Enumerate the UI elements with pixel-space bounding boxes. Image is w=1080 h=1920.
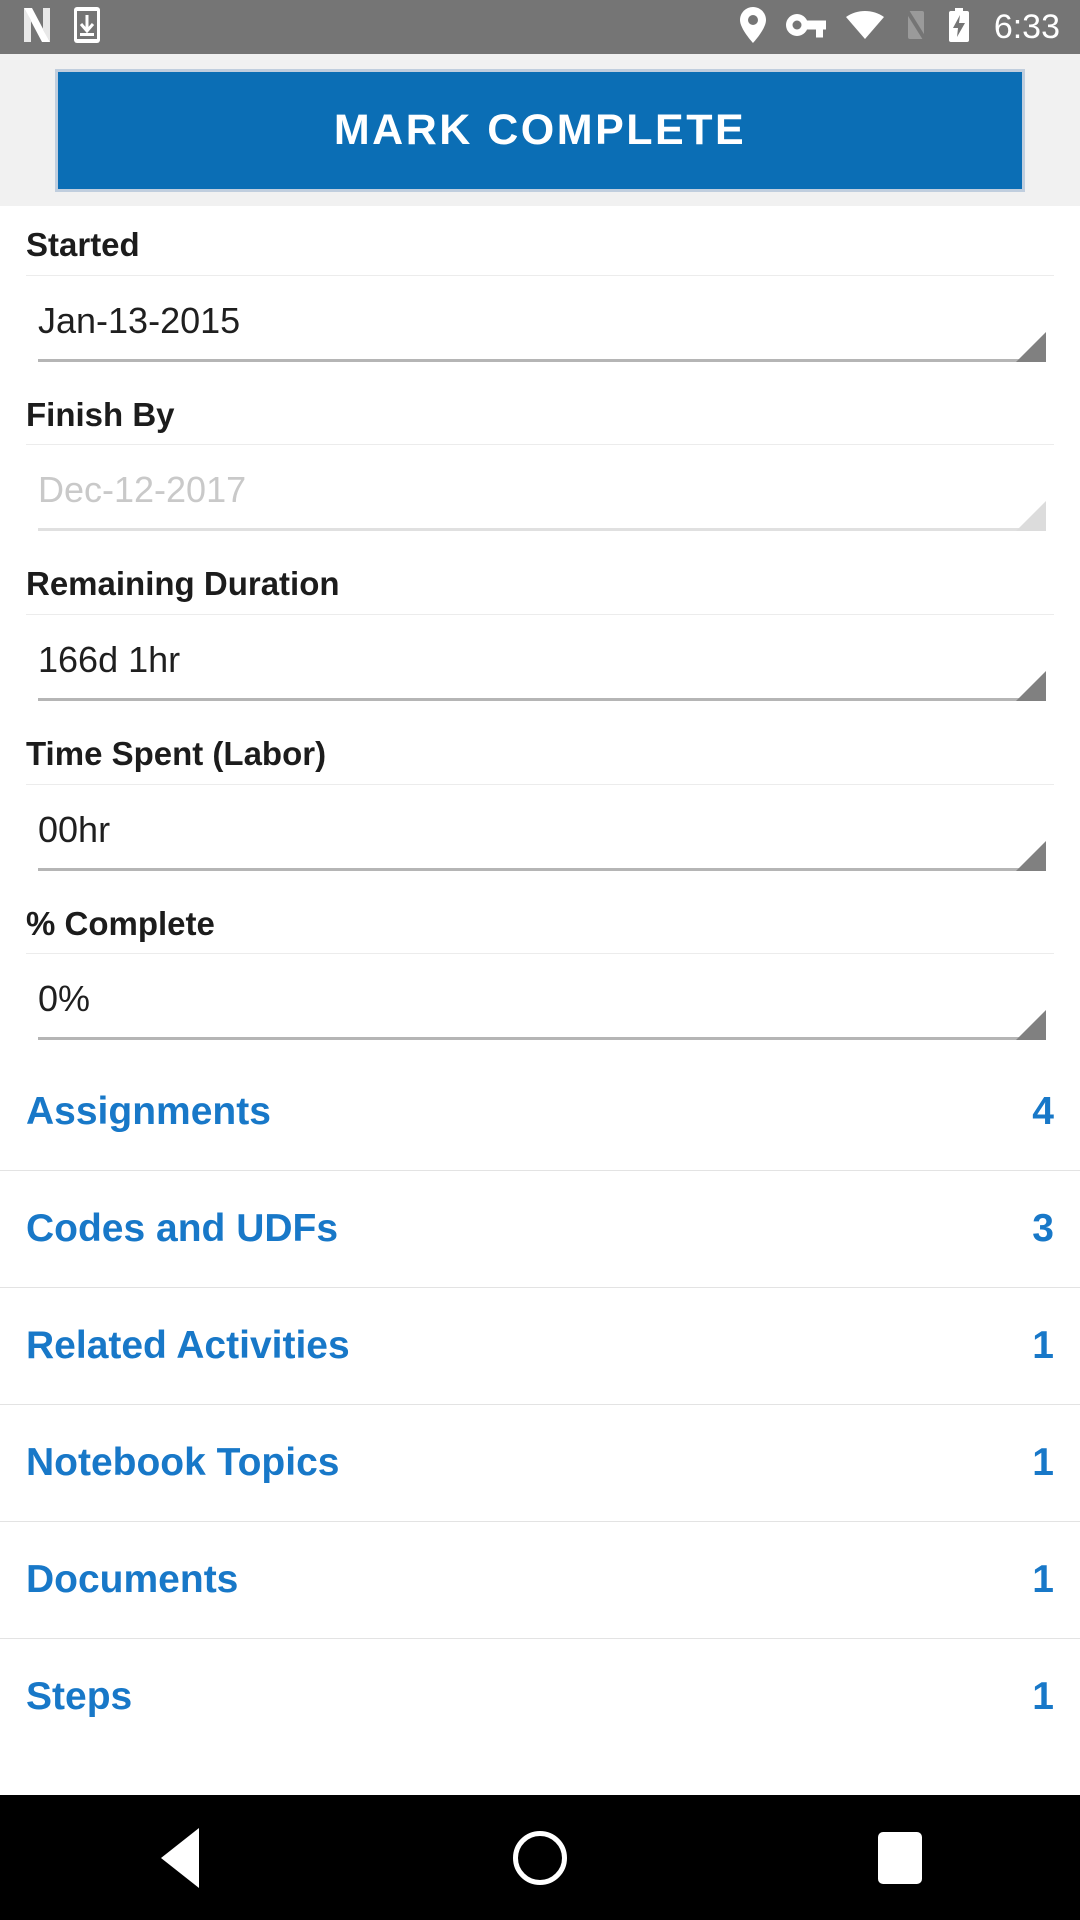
field-finish-by: Finish By Dec-12-2017 (0, 376, 1080, 546)
status-bar-right-icons: 6:33 (739, 6, 1080, 48)
download-icon (74, 6, 100, 48)
wifi-icon (845, 10, 884, 44)
field-value-started: Jan-13-2015 (38, 299, 241, 341)
field-percent-complete: % Complete 0% (0, 885, 1080, 1055)
field-dropdown-handle-icon[interactable] (1016, 840, 1046, 871)
nav-home-button[interactable] (480, 1795, 600, 1920)
field-dropdown-handle-icon[interactable] (1016, 670, 1046, 701)
section-row-count: 1 (1032, 1558, 1054, 1601)
field-underline (38, 1037, 1044, 1041)
field-label-started: Started (26, 226, 140, 263)
action-bar: MARK COMPLETE (0, 54, 1080, 206)
field-input-started[interactable]: Jan-13-2015 (0, 276, 1080, 376)
field-value-time-spent-labor: 00hr (38, 808, 111, 850)
status-bar-left-icons (0, 6, 100, 48)
vpn-key-icon (785, 12, 826, 43)
field-label-remaining-duration: Remaining Duration (26, 565, 340, 603)
section-row-steps[interactable]: Steps 1 (0, 1639, 1080, 1755)
field-underline (38, 697, 1044, 701)
field-input-finish-by: Dec-12-2017 (0, 445, 1080, 545)
nav-back-button[interactable] (120, 1795, 240, 1920)
mark-complete-label: MARK COMPLETE (333, 106, 747, 154)
nav-recents-button[interactable] (840, 1795, 960, 1920)
field-time-spent-labor: Time Spent (Labor) 00hr (0, 715, 1080, 885)
field-underline (38, 528, 1044, 532)
field-dropdown-handle-icon[interactable] (1016, 1010, 1046, 1041)
field-input-percent-complete[interactable]: 0% (0, 954, 1080, 1054)
field-input-time-spent-labor[interactable]: 00hr (0, 785, 1080, 885)
field-dropdown-handle-icon (1016, 501, 1046, 532)
field-remaining-duration: Remaining Duration 166d 1hr (0, 545, 1080, 715)
home-circle-icon (513, 1830, 567, 1885)
section-row-documents[interactable]: Documents 1 (0, 1522, 1080, 1638)
section-row-label: Codes and UDFs (26, 1207, 339, 1250)
battery-charging-icon (948, 7, 970, 47)
recents-square-icon (878, 1831, 922, 1884)
section-row-count: 1 (1032, 1675, 1054, 1718)
status-bar-clock: 6:33 (993, 8, 1060, 46)
location-pin-icon (739, 6, 766, 48)
section-row-count: 4 (1032, 1090, 1054, 1133)
section-row-label: Steps (26, 1675, 133, 1718)
section-row-count: 1 (1032, 1324, 1054, 1367)
field-value-percent-complete: 0% (38, 978, 91, 1020)
netflix-n-icon (22, 7, 52, 47)
field-dropdown-handle-icon[interactable] (1016, 331, 1046, 362)
section-row-label: Notebook Topics (26, 1441, 340, 1484)
field-label-percent-complete: % Complete (26, 904, 215, 942)
android-navigation-bar (0, 1795, 1080, 1920)
field-underline (38, 358, 1044, 362)
field-started: Started Jan-13-2015 (0, 206, 1080, 376)
section-row-notebook-topics[interactable]: Notebook Topics 1 (0, 1405, 1080, 1521)
section-row-label: Assignments (26, 1090, 271, 1133)
section-row-codes-and-udfs[interactable]: Codes and UDFs 3 (0, 1171, 1080, 1287)
signal-off-icon (904, 7, 928, 46)
detail-form: Started Jan-13-2015 Finish By Dec-12-2017 Re… (0, 206, 1080, 1055)
section-row-related-activities[interactable]: Related Activities 1 (0, 1288, 1080, 1404)
mark-complete-button[interactable]: MARK COMPLETE (55, 69, 1025, 192)
section-row-assignments[interactable]: Assignments 4 (0, 1054, 1080, 1170)
field-input-remaining-duration[interactable]: 166d 1hr (0, 615, 1080, 715)
section-row-label: Documents (26, 1558, 239, 1601)
sections-list: Assignments 4 Codes and UDFs 3 Related Activ… (0, 1054, 1080, 1755)
field-value-finish-by: Dec-12-2017 (38, 469, 247, 511)
field-value-remaining-duration: 166d 1hr (38, 638, 181, 680)
section-row-label: Related Activities (26, 1324, 350, 1367)
field-label-time-spent-labor: Time Spent (Labor) (26, 734, 327, 772)
field-underline (38, 867, 1044, 871)
field-label-finish-by: Finish By (26, 395, 175, 433)
back-triangle-icon (161, 1827, 199, 1888)
section-row-count: 3 (1032, 1207, 1054, 1250)
status-bar: 6:33 (0, 0, 1080, 54)
section-row-count: 1 (1032, 1441, 1054, 1484)
